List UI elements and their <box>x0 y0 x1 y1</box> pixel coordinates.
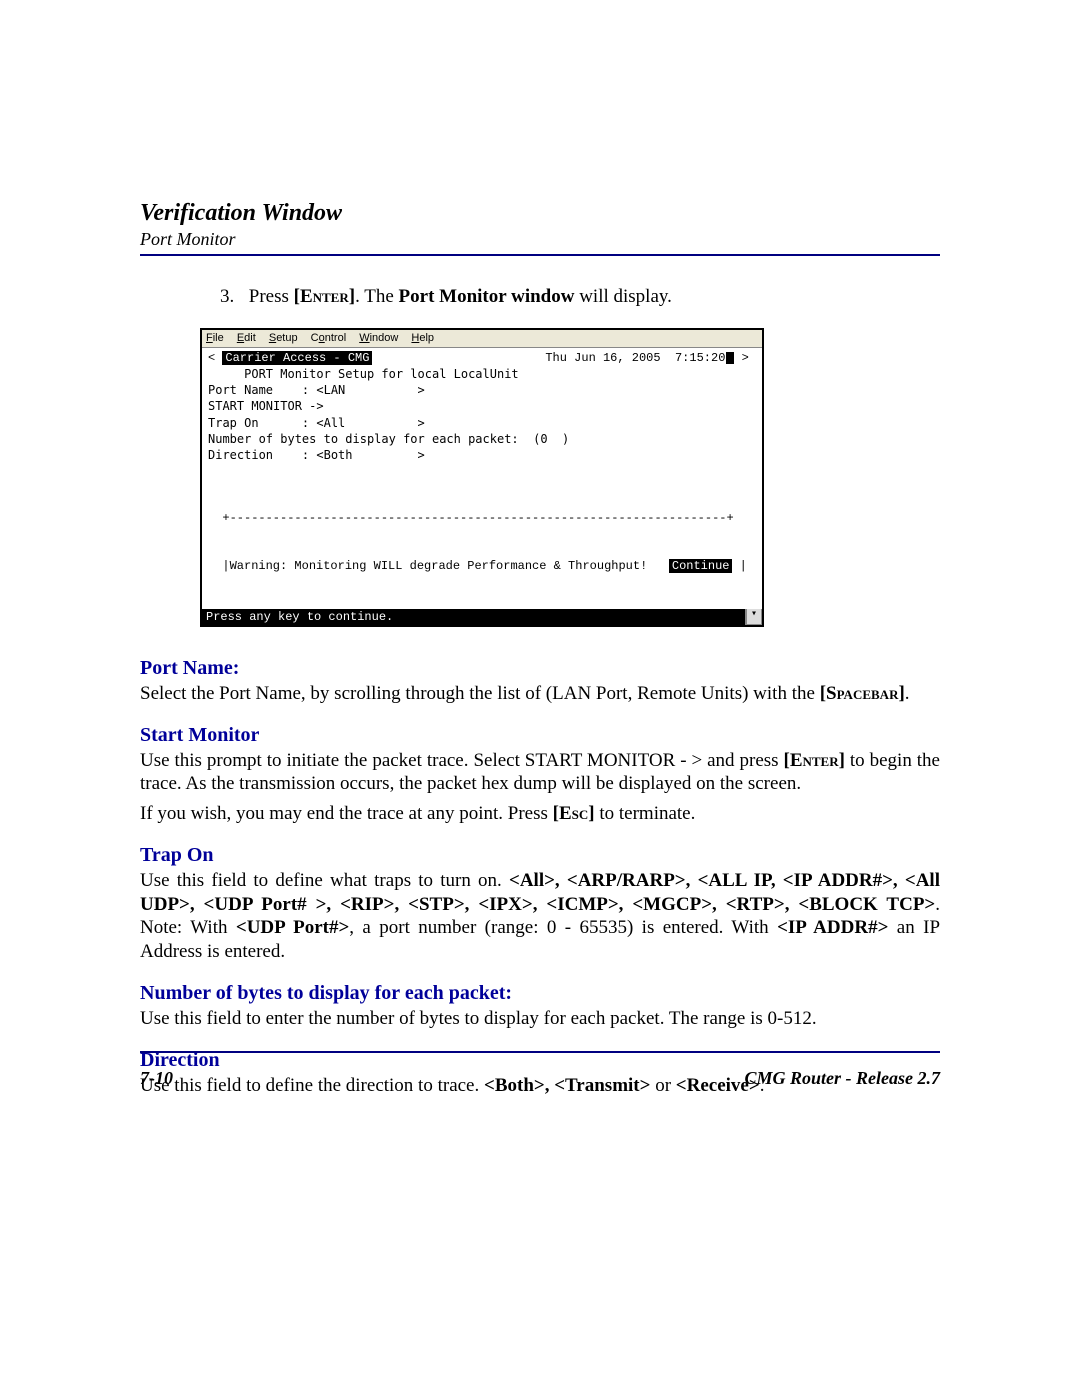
heading-port-name: Port Name: <box>140 657 940 680</box>
udp-port-option: <UDP Port#> <box>236 917 349 938</box>
menu-help[interactable]: Help <box>411 332 434 344</box>
heading-bytes: Number of bytes to display for each pack… <box>140 982 940 1005</box>
footer-rule <box>140 1051 940 1053</box>
menu-edit[interactable]: Edit <box>237 332 256 344</box>
scroll-down-icon[interactable]: ▾ <box>746 607 762 625</box>
window-name: Port Monitor window <box>399 286 575 307</box>
header-rule <box>140 254 940 256</box>
continue-button[interactable]: Continue <box>669 559 733 573</box>
terminal-screenshot: File Edit Setup Control Window Help ▴ ▾ … <box>200 328 764 627</box>
term-line: PORT Monitor Setup for local LocalUnit <box>208 366 756 382</box>
page-footer: 7-10 CMG Router - Release 2.7 <box>140 1068 940 1089</box>
paragraph: If you wish, you may end the trace at an… <box>140 802 940 826</box>
spacebar-key: [Spacebar] <box>820 683 905 704</box>
terminal-timestamp: Thu Jun 16, 2005 7:15:20 > <box>545 350 756 366</box>
page-subtitle: Port Monitor <box>140 229 940 250</box>
enter-key: [Enter] <box>784 750 845 771</box>
menu-control[interactable]: Control <box>311 332 346 344</box>
terminal-menubar[interactable]: File Edit Setup Control Window Help <box>202 330 762 348</box>
section-trap-on: Trap On Use this field to define what tr… <box>140 844 940 964</box>
esc-key: [Esc] <box>553 803 595 824</box>
heading-trap-on: Trap On <box>140 844 940 867</box>
term-line-port-name: Port Name : <LAN > <box>208 382 756 398</box>
step-text: Press [Enter]. The Port Monitor window w… <box>249 286 672 307</box>
document-page: Verification Window Port Monitor 3. Pres… <box>0 0 1080 1397</box>
section-start-monitor: Start Monitor Use this prompt to initiat… <box>140 724 940 826</box>
paragraph: Use this field to define what traps to t… <box>140 869 940 964</box>
section-port-name: Port Name: Select the Port Name, by scro… <box>140 657 940 706</box>
term-line-direction: Direction : <Both > <box>208 447 756 463</box>
menu-file[interactable]: File <box>206 332 224 344</box>
terminal-warning: +---------------------------------------… <box>208 477 756 607</box>
paragraph: Select the Port Name, by scrolling throu… <box>140 682 940 706</box>
term-line-bytes: Number of bytes to display for each pack… <box>208 431 756 447</box>
doc-title-footer: CMG Router - Release 2.7 <box>745 1068 941 1089</box>
terminal-body: < Carrier Access - CMG Thu Jun 16, 2005 … <box>202 348 762 609</box>
page-title: Verification Window <box>140 200 940 227</box>
term-line-start-monitor: START MONITOR -> <box>208 398 756 414</box>
enter-key: [Enter] <box>294 286 355 307</box>
paragraph: Use this prompt to initiate the packet t… <box>140 749 940 797</box>
page-header: Verification Window Port Monitor <box>140 200 940 256</box>
page-number: 7-10 <box>140 1068 173 1089</box>
paragraph: Use this field to enter the number of by… <box>140 1007 940 1031</box>
terminal-footer: Press any key to continue. <box>202 609 762 625</box>
instruction-step: 3. Press [Enter]. The Port Monitor windo… <box>220 286 940 308</box>
menu-window[interactable]: Window <box>359 332 398 344</box>
step-number: 3. <box>220 286 244 308</box>
term-line-trap-on: Trap On : <All > <box>208 415 756 431</box>
menu-setup[interactable]: Setup <box>269 332 298 344</box>
terminal-left: < Carrier Access - CMG <box>208 350 372 366</box>
cursor-icon <box>726 352 734 364</box>
heading-start-monitor: Start Monitor <box>140 724 940 747</box>
ip-addr-option: <IP ADDR#> <box>777 917 888 938</box>
terminal-title: Carrier Access - CMG <box>222 351 372 365</box>
terminal-topbar: < Carrier Access - CMG Thu Jun 16, 2005 … <box>208 350 756 366</box>
section-bytes: Number of bytes to display for each pack… <box>140 982 940 1031</box>
